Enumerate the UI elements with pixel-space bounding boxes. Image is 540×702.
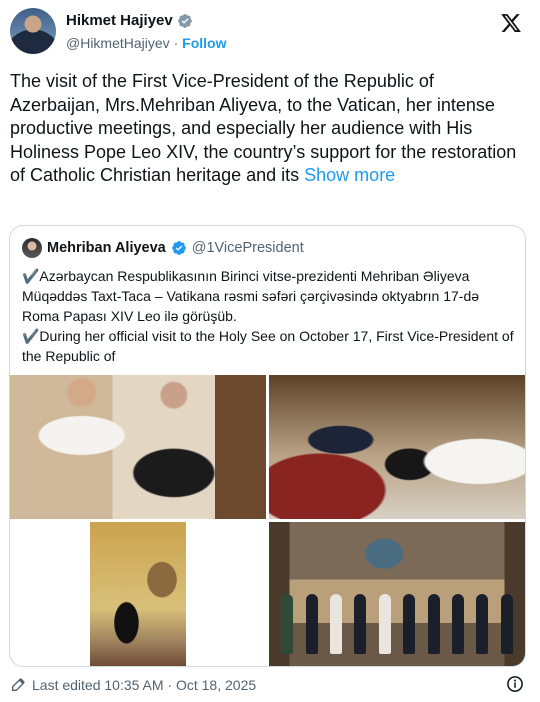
- photo-hall-painting[interactable]: [90, 522, 186, 666]
- info-icon[interactable]: [506, 675, 524, 693]
- tweet-text: The visit of the First Vice-President of…: [10, 71, 517, 185]
- delegation-figures: [269, 594, 525, 654]
- quoted-author-handle: @1VicePresident: [191, 240, 304, 256]
- pencil-edit-icon: [12, 678, 25, 691]
- quoted-author-name: Mehriban Aliyeva: [47, 240, 166, 256]
- follow-button[interactable]: Follow: [182, 35, 226, 51]
- author-handle[interactable]: @HikmetHajiyev: [66, 35, 170, 51]
- tweet-card: Hikmet Hajiyev @HikmetHajiyev · Follow T…: [0, 0, 540, 702]
- x-logo-icon[interactable]: [500, 12, 522, 34]
- media-grid: [10, 375, 525, 666]
- quoted-tweet[interactable]: Mehriban Aliyeva @1VicePresident ✔️Azərb…: [9, 225, 526, 667]
- author-name[interactable]: Hikmet Hajiyev: [66, 12, 173, 29]
- author-avatar[interactable]: [10, 8, 56, 54]
- quoted-text-line-az: ✔️Azərbaycan Respublikasının Birinci vit…: [22, 268, 480, 324]
- tweet-body: The visit of the First Vice-President of…: [10, 70, 525, 188]
- verified-badge-icon: [177, 13, 192, 28]
- quoted-tweet-text: ✔️Azərbaycan Respublikasının Birinci vit…: [22, 266, 514, 366]
- photo-delegation-group[interactable]: [269, 522, 525, 666]
- quoted-tweet-header: Mehriban Aliyeva @1VicePresident: [22, 238, 304, 258]
- tweet-header: Hikmet Hajiyev @HikmetHajiyev · Follow: [10, 8, 530, 58]
- last-edited-timestamp[interactable]: Last edited 10:35 AM · Oct 18, 2025: [32, 677, 256, 693]
- quoted-text-line-en: ✔️During her official visit to the Holy …: [22, 328, 514, 364]
- verified-badge-icon: [171, 241, 186, 255]
- photo-gift-presentation[interactable]: [269, 375, 525, 519]
- tweet-footer: Last edited 10:35 AM · Oct 18, 2025: [10, 675, 530, 695]
- author-name-row: Hikmet Hajiyev: [66, 12, 193, 29]
- separator: ·: [173, 35, 179, 51]
- photo-pope-and-vice-president[interactable]: [10, 375, 266, 519]
- author-handle-row: @HikmetHajiyev · Follow: [66, 35, 226, 51]
- show-more-link[interactable]: Show more: [304, 165, 395, 185]
- quoted-author-avatar: [22, 238, 42, 258]
